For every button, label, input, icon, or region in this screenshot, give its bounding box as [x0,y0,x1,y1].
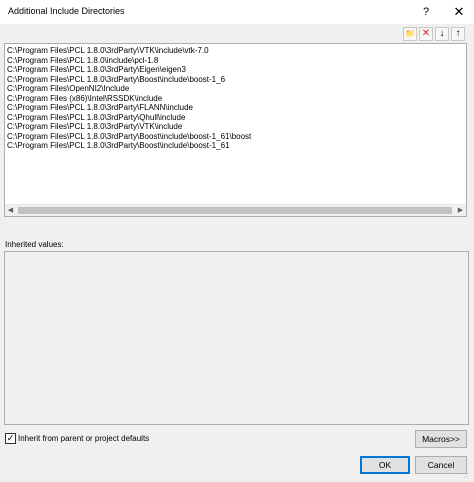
resize-grip-icon[interactable]: ⋰ [463,472,472,481]
inherited-values-label: Inherited values: [5,240,64,249]
delete-icon: ✕ [421,28,431,39]
new-line-button[interactable]: 📁 [403,27,417,41]
list-item[interactable]: C:\Program Files\PCL 1.8.0\3rdParty\Eige… [7,65,251,75]
move-down-button[interactable]: ↓ [435,27,449,41]
list-item[interactable]: C:\Program Files\PCL 1.8.0\include\pcl-1… [7,56,251,66]
list-item[interactable]: C:\Program Files\PCL 1.8.0\3rdParty\Boos… [7,141,251,151]
move-up-button[interactable]: ↑ [451,27,465,41]
folder-icon: 📁 [405,29,415,38]
delete-button[interactable]: ✕ [419,27,433,41]
list-item[interactable]: C:\Program Files\PCL 1.8.0\3rdParty\Qhul… [7,113,251,123]
macros-button[interactable]: Macros>> [415,430,467,448]
scroll-left-icon[interactable]: ◀ [5,205,16,216]
list-item[interactable]: C:\Program Files\PCL 1.8.0\3rdParty\VTK\… [7,122,251,132]
inherit-checkbox-label[interactable]: Inherit from parent or project defaults [18,433,149,444]
checkmark-icon: ✓ [6,433,15,443]
window-title: Additional Include Directories [8,6,125,16]
directories-list[interactable]: C:\Program Files\PCL 1.8.0\3rdParty\VTK\… [4,43,467,217]
list-item[interactable]: C:\Program Files (x86)\Intel\RSSDK\inclu… [7,94,251,104]
list-item[interactable]: C:\Program Files\PCL 1.8.0\3rdParty\FLAN… [7,103,251,113]
help-button[interactable]: ? [414,2,438,22]
list-item[interactable]: C:\Program Files\PCL 1.8.0\3rdParty\Boos… [7,75,251,85]
list-item[interactable]: C:\Program Files\PCL 1.8.0\3rdParty\Boos… [7,132,251,142]
scrollbar-thumb[interactable] [18,207,452,214]
list-item[interactable]: C:\Program Files\PCL 1.8.0\3rdParty\VTK\… [7,46,251,56]
cancel-button[interactable]: Cancel [415,456,467,474]
list-item[interactable]: C:\Program Files\OpenNI2\Include [7,84,251,94]
arrow-down-icon: ↓ [439,28,445,39]
inherit-checkbox[interactable]: ✓ [5,433,16,444]
close-button[interactable]: ✕ [446,2,472,22]
arrow-up-icon: ↑ [455,28,461,39]
scroll-right-icon[interactable]: ▶ [455,205,466,216]
inherited-values-box [4,251,469,425]
horizontal-scrollbar[interactable]: ◀ ▶ [5,204,466,216]
ok-button[interactable]: OK [360,456,410,474]
